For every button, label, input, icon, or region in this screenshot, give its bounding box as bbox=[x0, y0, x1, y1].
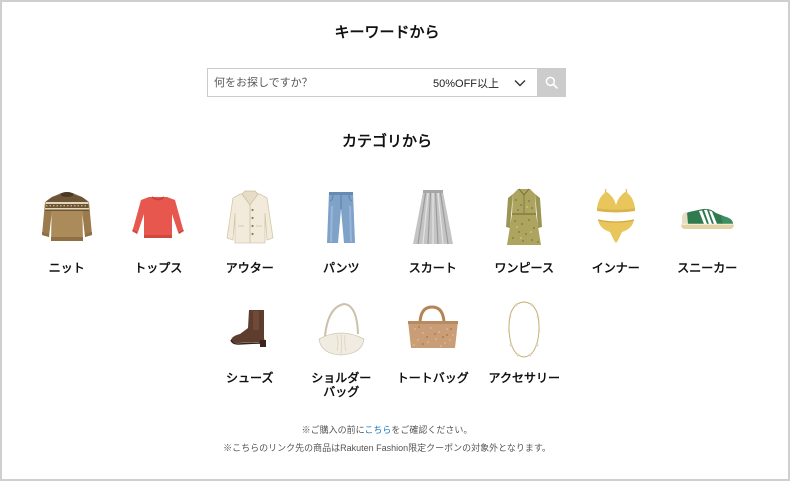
category-label: ニット bbox=[48, 261, 85, 275]
discount-filter-select[interactable]: 50%OFF以上 bbox=[426, 69, 537, 96]
necklace-icon bbox=[494, 299, 554, 359]
keyword-section-title: キーワードから bbox=[334, 24, 440, 41]
lingerie-icon bbox=[586, 186, 646, 246]
sneaker-icon bbox=[677, 186, 737, 246]
category-item-dress[interactable]: ワンピース bbox=[479, 186, 571, 275]
category-label: シューズ bbox=[226, 371, 274, 385]
category-label: トップス bbox=[134, 261, 183, 275]
search-bar: 50%OFF以上 bbox=[207, 68, 537, 97]
tote-bag-icon bbox=[403, 299, 463, 359]
knit-sweater-icon bbox=[37, 186, 97, 246]
category-label: ショルダー バッグ bbox=[311, 371, 372, 399]
purchase-note: ※ご購入の前にこちらをご確認ください。 bbox=[0, 424, 774, 436]
search-icon bbox=[545, 76, 558, 89]
search-input[interactable] bbox=[208, 69, 426, 96]
category-label: トートバッグ bbox=[396, 371, 469, 385]
category-label: パンツ bbox=[322, 261, 360, 275]
ankle-boot-icon bbox=[220, 299, 280, 359]
purchase-note-prefix: ※ご購入の前に bbox=[301, 425, 365, 435]
category-item-knit[interactable]: ニット bbox=[21, 186, 113, 275]
category-label: アウター bbox=[225, 261, 274, 275]
category-label: インナー bbox=[591, 261, 640, 275]
category-section-title: カテゴリから bbox=[341, 133, 432, 150]
category-item-tops[interactable]: トップス bbox=[113, 186, 205, 275]
category-label: アクセサリー bbox=[488, 371, 560, 385]
confirm-link[interactable]: こちら bbox=[364, 425, 391, 435]
category-label: ワンピース bbox=[494, 261, 554, 275]
shoulder-bag-icon bbox=[311, 299, 371, 359]
category-row: シューズ ショルダー バッグ トートバッグ アクセサリー bbox=[21, 299, 753, 399]
category-item-accessory[interactable]: アクセサリー bbox=[479, 299, 571, 399]
category-item-sneaker[interactable]: スニーカー bbox=[662, 186, 754, 275]
dress-icon bbox=[494, 186, 554, 246]
category-item-pants[interactable]: パンツ bbox=[296, 186, 388, 275]
purchase-note-suffix: をご確認ください。 bbox=[391, 425, 473, 435]
category-row: ニット トップス アウター パンツ スカート ワンピース インナー スニーカー bbox=[21, 186, 753, 275]
chevron-down-icon bbox=[514, 79, 526, 86]
jacket-icon bbox=[220, 186, 280, 246]
coupon-exclusion-note: ※こちらのリンク先の商品はRakuten Fashion限定クーポンの対象外とな… bbox=[223, 443, 551, 453]
category-item-shoes[interactable]: シューズ bbox=[204, 299, 296, 399]
search-button[interactable] bbox=[537, 68, 566, 97]
category-item-shoulder-bag[interactable]: ショルダー バッグ bbox=[296, 299, 388, 399]
category-label: スカート bbox=[408, 261, 457, 275]
category-item-outer[interactable]: アウター bbox=[204, 186, 296, 275]
pleated-skirt-icon bbox=[403, 186, 463, 246]
category-label: スニーカー bbox=[677, 261, 738, 275]
sweatshirt-top-icon bbox=[128, 186, 188, 246]
discount-filter-value: 50%OFF以上 bbox=[433, 77, 500, 90]
category-item-tote-bag[interactable]: トートバッグ bbox=[387, 299, 479, 399]
category-item-skirt[interactable]: スカート bbox=[387, 186, 479, 275]
category-item-inner[interactable]: インナー bbox=[570, 186, 662, 275]
jeans-icon bbox=[311, 186, 371, 246]
